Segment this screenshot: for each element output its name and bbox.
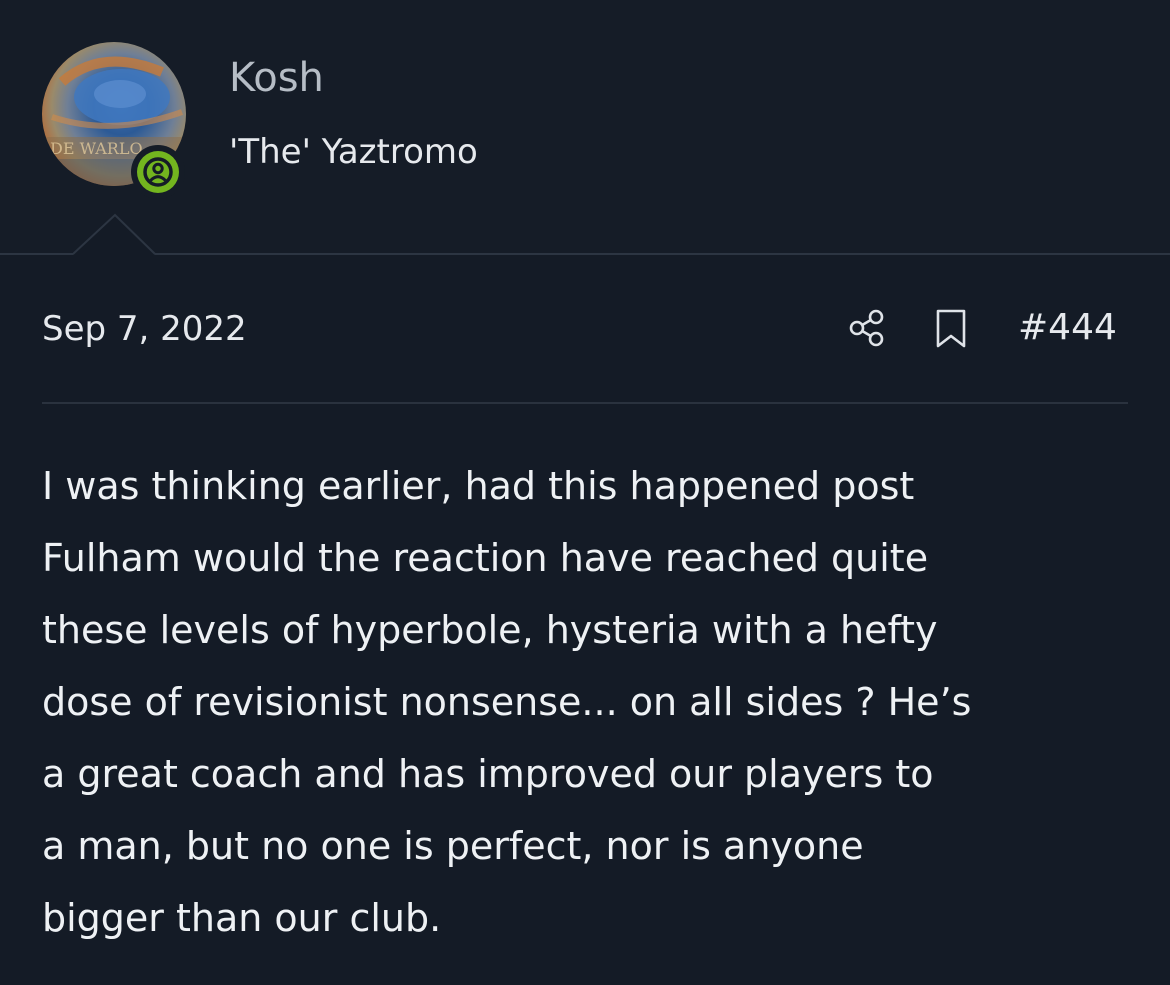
share-icon[interactable] xyxy=(848,308,888,348)
user-online-icon xyxy=(137,151,179,193)
svg-text:DE WARLO: DE WARLO xyxy=(50,139,143,158)
username-link[interactable]: Kosh xyxy=(229,52,324,104)
post-number-link[interactable]: #444 xyxy=(1018,305,1117,351)
bookmark-icon[interactable] xyxy=(934,308,968,350)
online-status-badge xyxy=(131,145,185,199)
post-date-link[interactable]: Sep 7, 2022 xyxy=(42,306,247,352)
post-body-text: I was thinking earlier, had this happene… xyxy=(42,464,972,940)
user-title: 'The' Yaztromo xyxy=(229,132,478,172)
header-divider xyxy=(0,253,1170,255)
post-meta-divider xyxy=(42,402,1128,404)
